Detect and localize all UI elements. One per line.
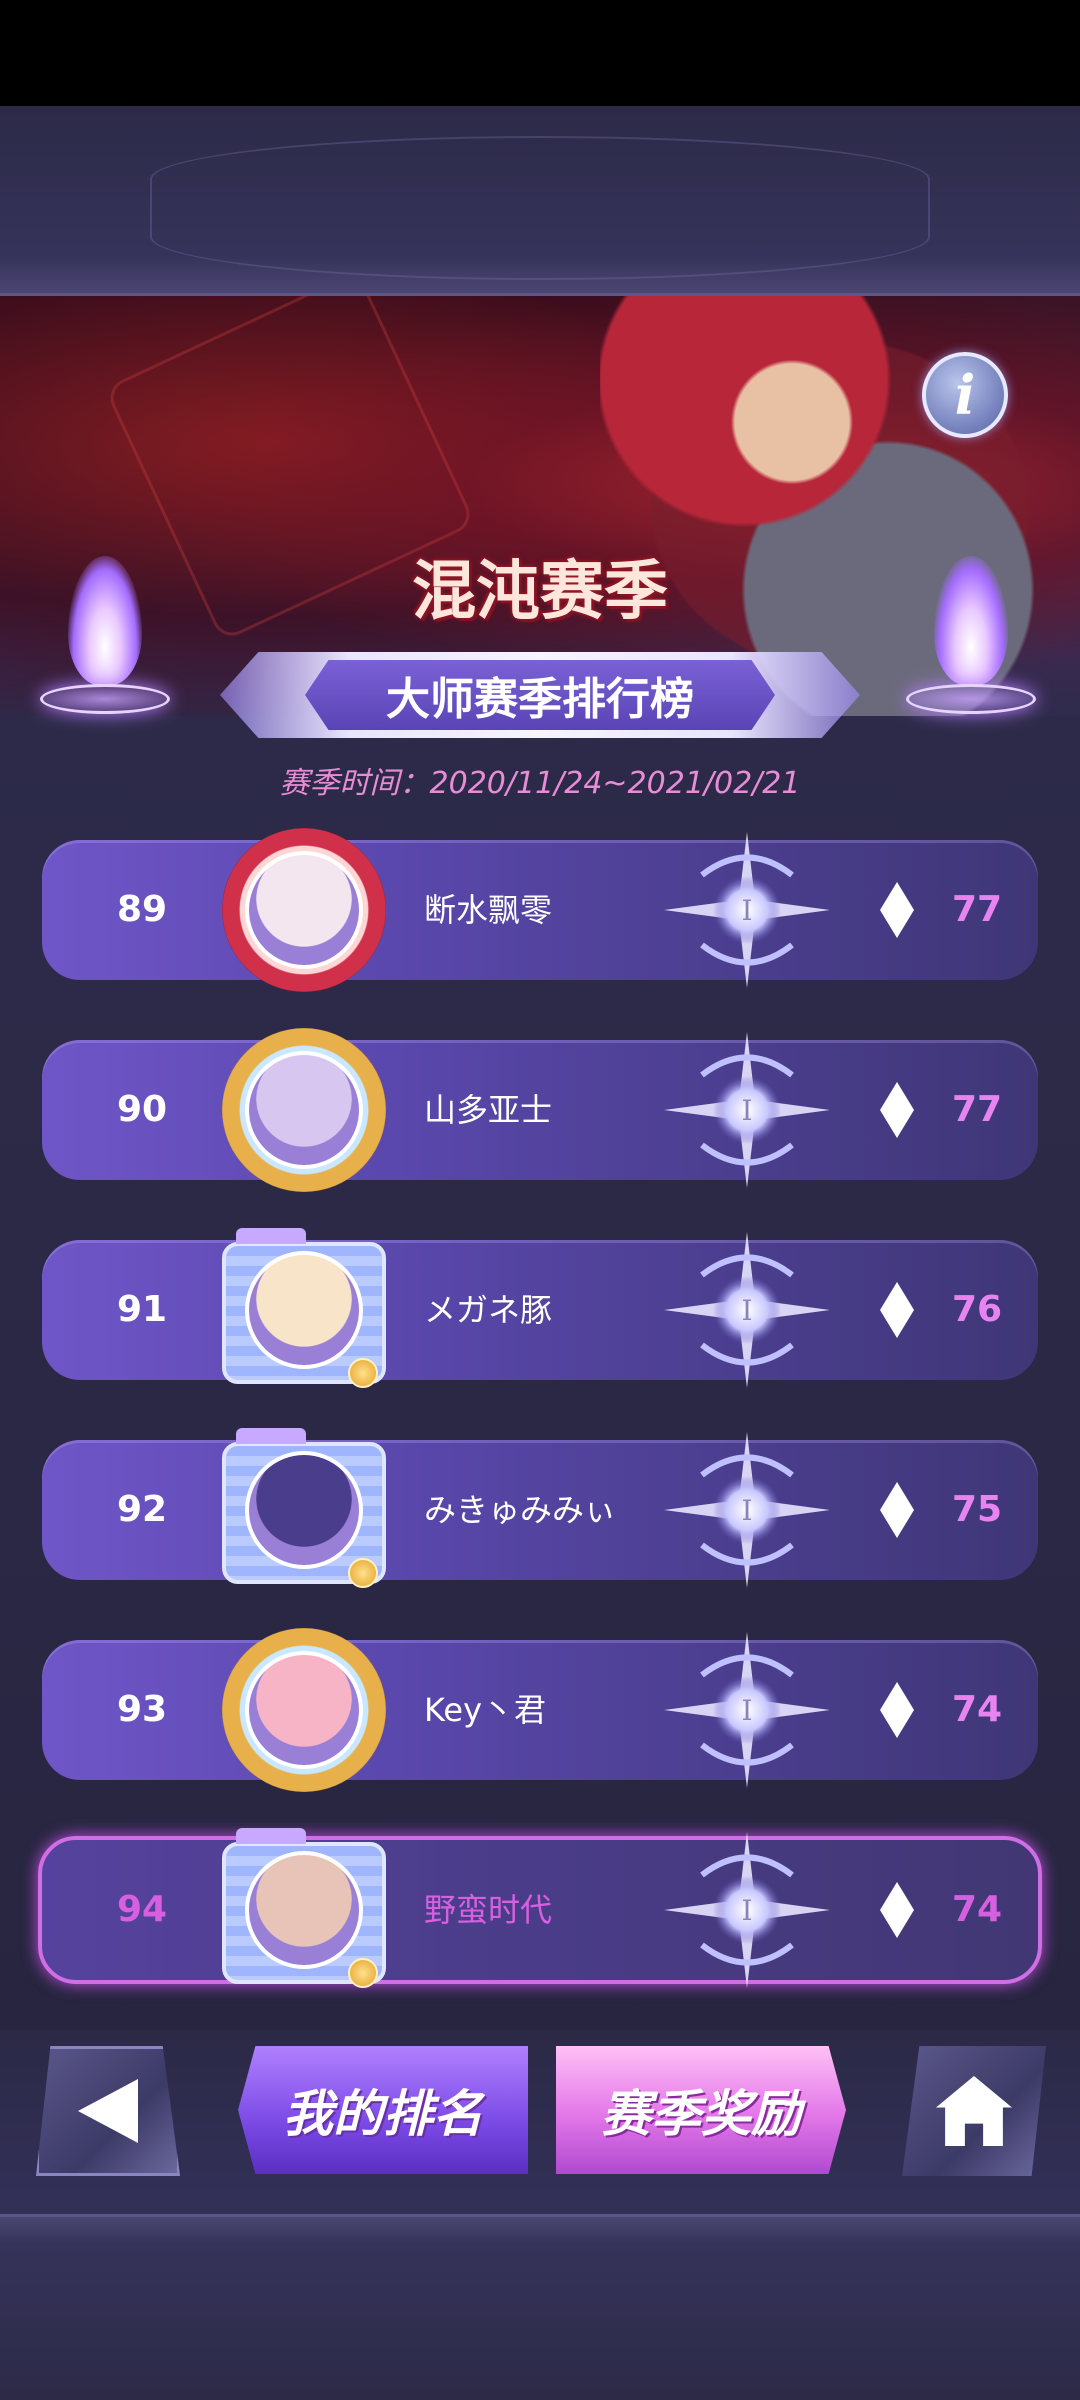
home-button[interactable] bbox=[902, 2046, 1046, 2176]
player-avatar[interactable] bbox=[222, 1028, 386, 1192]
emblem-tier-label: I bbox=[741, 1294, 752, 1327]
rank-tier-emblem-icon: I bbox=[662, 1430, 832, 1590]
rank-number: 93 bbox=[116, 1689, 168, 1730]
avatar-portrait bbox=[245, 1851, 363, 1969]
rank-tier-emblem-icon: I bbox=[662, 1830, 832, 1990]
medal-icon bbox=[348, 1958, 378, 1988]
player-name: 断水飘零 bbox=[424, 891, 553, 929]
player-avatar[interactable] bbox=[222, 828, 386, 992]
player-name: Key丶君 bbox=[424, 1691, 547, 1729]
diamond-icon bbox=[880, 1082, 914, 1138]
rank-number: 92 bbox=[116, 1489, 168, 1530]
info-button[interactable]: i bbox=[922, 352, 1008, 438]
player-name: みきゅみみぃ bbox=[424, 1491, 617, 1529]
rank-row[interactable]: 90 山多亚士 I 77 bbox=[42, 1028, 1038, 1192]
rank-row[interactable]: 91 メガネ豚 I 76 bbox=[42, 1228, 1038, 1388]
rank-row[interactable]: 93 Key丶君 I 74 bbox=[42, 1628, 1038, 1792]
home-icon bbox=[936, 2076, 1012, 2146]
avatar-portrait bbox=[245, 1651, 363, 1769]
emblem-tier-label: I bbox=[741, 1694, 752, 1727]
diamond-icon bbox=[880, 1282, 914, 1338]
player-name: メガネ豚 bbox=[424, 1291, 553, 1329]
diamond-icon bbox=[880, 882, 914, 938]
emblem-tier-label: I bbox=[741, 1894, 752, 1927]
rank-points: 75 bbox=[951, 1489, 1003, 1530]
rank-points: 77 bbox=[951, 889, 1003, 930]
rank-number: 89 bbox=[116, 889, 168, 930]
rank-number: 94 bbox=[116, 1889, 168, 1930]
rank-tier-emblem-icon: I bbox=[662, 830, 832, 990]
season-rewards-button[interactable]: 赛季奖励 bbox=[556, 2046, 846, 2174]
status-bar bbox=[0, 0, 1080, 106]
bottom-frame bbox=[0, 2214, 1080, 2400]
leaderboard-title-ribbon: 大师赛季排行榜 bbox=[220, 652, 860, 738]
player-name: 山多亚士 bbox=[424, 1091, 553, 1129]
emblem-tier-label: I bbox=[741, 1494, 752, 1527]
back-button[interactable] bbox=[36, 2046, 180, 2176]
player-avatar[interactable] bbox=[222, 1628, 386, 1792]
avatar-portrait bbox=[245, 1251, 363, 1369]
medal-icon bbox=[348, 1358, 378, 1388]
rank-number: 90 bbox=[116, 1089, 168, 1130]
season-time: 赛季时间：2020/11/24~2021/02/21 bbox=[279, 766, 801, 801]
rank-points: 76 bbox=[951, 1289, 1003, 1330]
player-avatar[interactable] bbox=[222, 1228, 386, 1392]
rank-points: 74 bbox=[951, 1889, 1003, 1930]
rank-points: 77 bbox=[951, 1089, 1003, 1130]
medal-icon bbox=[348, 1558, 378, 1588]
diamond-icon bbox=[880, 1482, 914, 1538]
avatar-portrait bbox=[245, 1451, 363, 1569]
rank-row[interactable]: 92 みきゅみみぃ I 75 bbox=[42, 1428, 1038, 1588]
rank-tier-emblem-icon: I bbox=[662, 1630, 832, 1790]
rank-row[interactable]: 89 断水飘零 I 77 bbox=[42, 828, 1038, 992]
emblem-tier-label: I bbox=[741, 1094, 752, 1127]
top-frame bbox=[0, 106, 1080, 296]
info-icon: i bbox=[954, 363, 976, 427]
player-name: 野蛮时代 bbox=[424, 1891, 553, 1929]
avatar-portrait bbox=[245, 851, 363, 969]
player-avatar[interactable] bbox=[222, 1428, 386, 1592]
rank-tier-emblem-icon: I bbox=[662, 1230, 832, 1390]
flame-brazier-left-icon bbox=[40, 556, 170, 736]
diamond-icon bbox=[880, 1882, 914, 1938]
diamond-icon bbox=[880, 1682, 914, 1738]
rank-number: 91 bbox=[116, 1289, 168, 1330]
my-rank-button[interactable]: 我的排名 bbox=[238, 2046, 528, 2174]
leaderboard-title: 大师赛季排行榜 bbox=[305, 660, 775, 730]
flame-brazier-right-icon bbox=[906, 556, 1036, 736]
emblem-tier-label: I bbox=[741, 894, 752, 927]
rank-tier-emblem-icon: I bbox=[662, 1030, 832, 1190]
avatar-portrait bbox=[245, 1051, 363, 1169]
back-arrow-icon bbox=[78, 2079, 138, 2143]
my-rank-row[interactable]: 94 野蛮时代 I 74 bbox=[38, 1828, 1042, 1988]
player-avatar[interactable] bbox=[222, 1828, 386, 1992]
rank-points: 74 bbox=[951, 1689, 1003, 1730]
